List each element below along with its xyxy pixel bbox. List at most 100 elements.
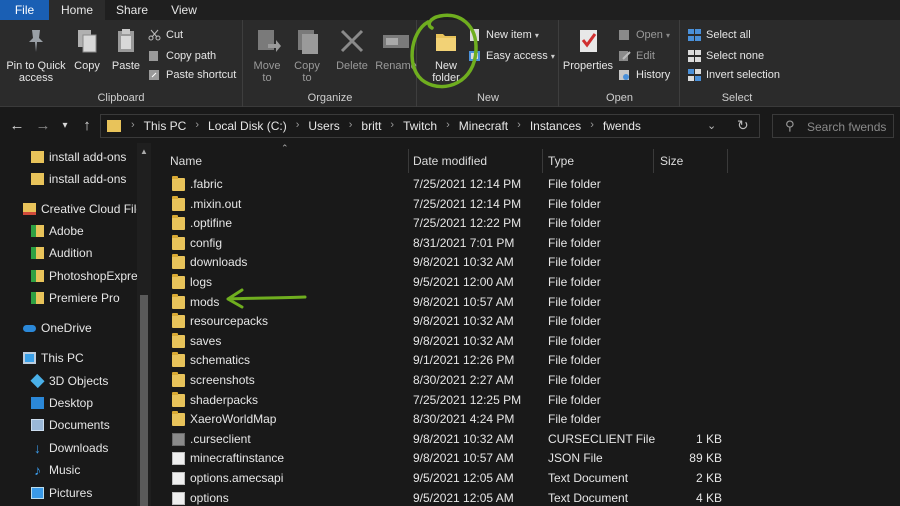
nav-item-downloads[interactable]: ↓ Downloads: [0, 438, 137, 458]
file-date-modified: 9/5/2021 12:00 AM: [413, 275, 514, 289]
nav-pane-scrollbar[interactable]: ▲: [137, 143, 151, 506]
column-header-type[interactable]: Type: [548, 149, 574, 173]
folder-icon: [172, 254, 185, 270]
nav-item-creative-cloud-files[interactable]: Creative Cloud File: [0, 199, 137, 219]
group-label-select: Select: [721, 92, 753, 104]
nav-item-documents[interactable]: Documents: [0, 415, 137, 435]
nav-item-music[interactable]: ♪ Music: [0, 460, 137, 480]
search-placeholder: Search fwends: [807, 120, 887, 134]
nav-item-this-pc[interactable]: This PC: [0, 348, 137, 368]
file-date-modified: 8/30/2021 4:24 PM: [413, 412, 515, 427]
file-type: Text Document: [548, 490, 629, 505]
nav-item-audition[interactable]: Audition: [0, 243, 137, 263]
select-all-button[interactable]: Select all: [688, 26, 751, 44]
column-header-size[interactable]: Size: [660, 149, 683, 173]
new-folder-button[interactable]: New folder: [426, 26, 466, 84]
open-button[interactable]: Open ▾: [618, 26, 670, 44]
tab-file[interactable]: File: [0, 0, 49, 20]
history-button[interactable]: History: [618, 66, 670, 84]
easy-access-button[interactable]: Easy access ▾: [468, 47, 555, 65]
table-row[interactable]: .optifine 7/25/2021 12:22 PM File folder: [152, 214, 900, 234]
breadcrumb-britt[interactable]: britt: [361, 119, 381, 133]
up-arrow-icon[interactable]: ↑: [78, 117, 96, 134]
table-row[interactable]: XaeroWorldMap 8/30/2021 4:24 PM File folde…: [152, 410, 900, 430]
edit-button[interactable]: Edit: [618, 47, 655, 65]
tab-view[interactable]: View: [159, 0, 209, 20]
copy-button[interactable]: Copy: [70, 26, 104, 72]
column-divider[interactable]: [727, 149, 728, 173]
breadcrumb-chevron-icon: ›: [446, 119, 450, 131]
breadcrumb-users[interactable]: Users: [308, 119, 339, 133]
table-row[interactable]: options.amecsapi 9/5/2021 12:05 AM Text Do…: [152, 469, 900, 489]
scrollbar-thumb[interactable]: [140, 295, 148, 506]
nav-item-photoshopexpress[interactable]: PhotoshopExpres: [0, 266, 137, 286]
pin-to-quick-access-button[interactable]: Pin to Quick access: [4, 26, 68, 84]
file-type: File folder: [548, 392, 601, 407]
column-header-date[interactable]: Date modified: [413, 149, 487, 173]
table-row[interactable]: resourcepacks 9/8/2021 10:32 AM File folde…: [152, 312, 900, 332]
column-divider[interactable]: [653, 149, 654, 173]
table-row[interactable]: shaderpacks 7/25/2021 12:25 PM File folder: [152, 391, 900, 411]
new-item-button[interactable]: New item ▾: [468, 26, 539, 44]
paste-button[interactable]: Paste: [108, 26, 144, 72]
select-none-icon: [688, 50, 701, 62]
table-row[interactable]: saves 9/8/2021 10:32 AM File folder: [152, 332, 900, 352]
cut-button[interactable]: Cut: [148, 26, 183, 44]
invert-selection-button[interactable]: Invert selection: [688, 66, 780, 84]
nav-item-desktop[interactable]: Desktop: [0, 393, 137, 413]
nav-item-install-add-ons-2[interactable]: install add-ons: [0, 169, 137, 189]
rename-icon: [381, 26, 411, 56]
scroll-up-icon[interactable]: ▲: [140, 147, 148, 156]
table-row[interactable]: config 8/31/2021 7:01 PM File folder: [152, 234, 900, 254]
tab-share[interactable]: Share: [105, 0, 159, 20]
column-header-name[interactable]: Name: [170, 149, 202, 173]
nav-item-install-add-ons[interactable]: install add-ons: [0, 147, 137, 167]
nav-item-3d-objects[interactable]: 3D Objects: [0, 371, 137, 391]
refresh-icon[interactable]: ↻: [737, 117, 749, 134]
table-row[interactable]: downloads 9/8/2021 10:32 AM File folder: [152, 253, 900, 273]
address-bar[interactable]: › This PC › Local Disk (C:) › Users › br…: [100, 114, 760, 138]
move-to-button[interactable]: Move to: [248, 26, 286, 84]
nav-item-pictures[interactable]: Pictures: [0, 483, 137, 503]
table-row[interactable]: screenshots 8/30/2021 2:27 AM File folder: [152, 371, 900, 391]
breadcrumb-fwends[interactable]: fwends: [603, 119, 641, 133]
address-dropdown-chevron-icon[interactable]: ⌄: [707, 119, 716, 132]
breadcrumb-instances[interactable]: Instances: [530, 119, 581, 133]
search-icon: ⚲: [785, 118, 795, 133]
nav-item-premiere-pro[interactable]: Premiere Pro: [0, 288, 137, 308]
search-box[interactable]: ⚲ Search fwends: [772, 114, 894, 138]
select-none-button[interactable]: Select none: [688, 47, 764, 65]
back-arrow-icon[interactable]: ←: [8, 117, 26, 134]
table-row[interactable]: .curseclient 9/8/2021 10:32 AM CURSECLIENT…: [152, 430, 900, 450]
column-divider[interactable]: [408, 149, 409, 173]
rename-button[interactable]: Rename: [374, 26, 418, 72]
delete-button[interactable]: Delete: [332, 26, 372, 72]
nav-item-label: install add-ons: [49, 172, 127, 186]
table-row[interactable]: mods 9/8/2021 10:57 AM File folder: [152, 293, 900, 313]
copy-to-label-1: Copy: [294, 60, 320, 72]
forward-arrow-icon[interactable]: →: [34, 117, 52, 134]
creative-cloud-icon: [23, 203, 36, 215]
breadcrumb-minecraft[interactable]: Minecraft: [459, 119, 508, 133]
breadcrumb-twitch[interactable]: Twitch: [403, 119, 437, 133]
copy-to-button[interactable]: Copy to: [288, 26, 326, 84]
paste-shortcut-button[interactable]: Paste shortcut: [148, 66, 236, 84]
table-row[interactable]: options 9/5/2021 12:05 AM Text Document 4 K…: [152, 489, 900, 506]
table-row[interactable]: minecraftinstance 9/8/2021 10:57 AM JSON F…: [152, 449, 900, 469]
pin-label-2: access: [18, 72, 54, 84]
copy-path-button[interactable]: Copy path: [148, 47, 216, 65]
breadcrumb-this-pc[interactable]: This PC: [144, 119, 187, 133]
properties-button[interactable]: Properties: [562, 26, 614, 72]
tab-home[interactable]: Home: [49, 0, 105, 20]
table-row[interactable]: .mixin.out 7/25/2021 12:14 PM File folder: [152, 195, 900, 215]
nav-item-onedrive[interactable]: OneDrive: [0, 318, 137, 338]
table-row[interactable]: schematics 9/1/2021 12:26 PM File folder: [152, 351, 900, 371]
nav-item-adobe[interactable]: Adobe: [0, 221, 137, 241]
file-name: schematics: [190, 353, 251, 368]
breadcrumb-local-disk[interactable]: Local Disk (C:): [208, 119, 287, 133]
nav-item-label: 3D Objects: [49, 374, 109, 388]
column-divider[interactable]: [542, 149, 543, 173]
table-row[interactable]: .fabric 7/25/2021 12:14 PM File folder: [152, 175, 900, 195]
recent-locations-chevron-icon[interactable]: ▾: [56, 120, 74, 131]
table-row[interactable]: logs 9/5/2021 12:00 AM File folder: [152, 273, 900, 293]
